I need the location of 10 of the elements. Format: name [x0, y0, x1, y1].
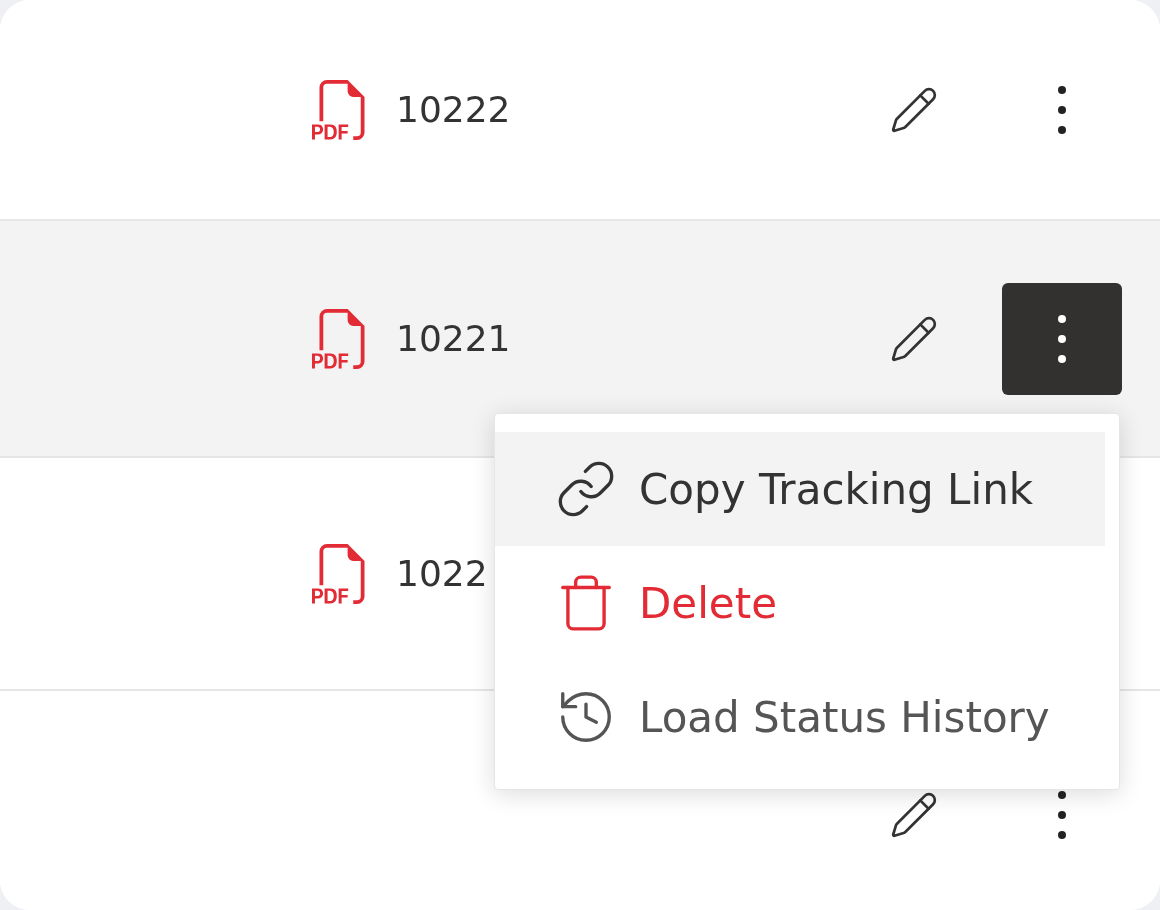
document-number: 10222	[396, 87, 511, 132]
more-icon	[1058, 314, 1066, 363]
more-button[interactable]	[1002, 282, 1122, 395]
document-number: 10221	[396, 316, 511, 361]
table-row[interactable]: 10222	[0, 0, 1160, 221]
table-row[interactable]: 10221	[0, 221, 1160, 458]
more-icon	[1058, 85, 1066, 134]
more-icon	[1058, 790, 1066, 839]
document-number: 1022	[396, 551, 488, 596]
menu-item[interactable]: Copy Tracking Link	[495, 432, 1105, 546]
